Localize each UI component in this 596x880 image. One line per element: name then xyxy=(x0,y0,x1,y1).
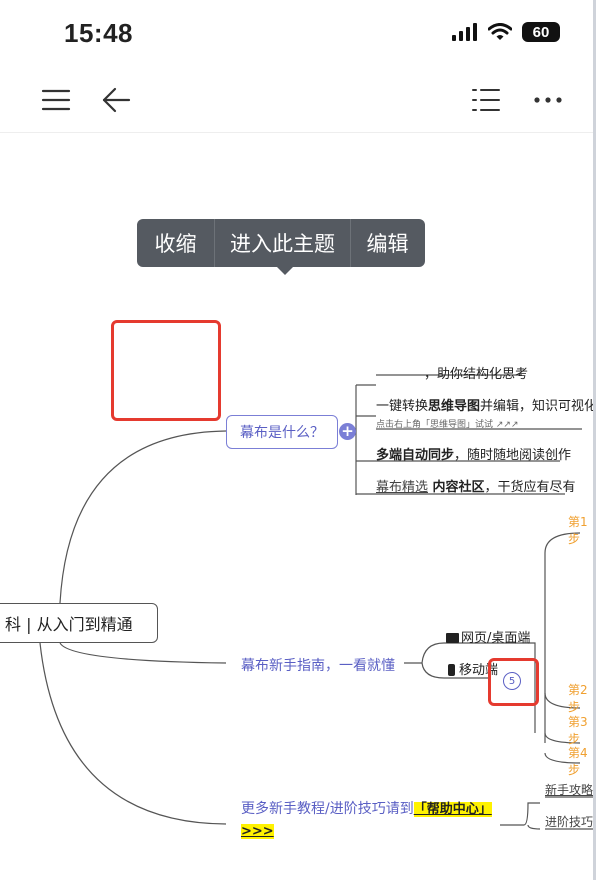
step-1[interactable]: 第1步 xyxy=(568,513,596,547)
annotation-highlight-count xyxy=(488,658,539,706)
expand-plus-icon[interactable]: + xyxy=(339,423,356,440)
outline-list-icon[interactable] xyxy=(468,82,504,118)
menu-icon[interactable] xyxy=(38,82,74,118)
context-menu: 收缩 进入此主题 编辑 xyxy=(137,219,425,267)
step-4[interactable]: 第4步 xyxy=(568,744,596,778)
back-arrow-icon[interactable] xyxy=(98,82,134,118)
child-multi-sync[interactable]: 多端自动同步，随时随地阅读创作 xyxy=(376,444,571,463)
child-sync-bold: 多端自动同步 xyxy=(376,448,455,463)
wifi-icon xyxy=(488,23,512,40)
step-3[interactable]: 第3步 xyxy=(568,713,596,747)
child-structured-thinking[interactable]: ，助你结构化思考 xyxy=(424,363,528,382)
child-community-link[interactable]: 幕布精选 xyxy=(376,480,428,495)
child-community-rest: ，干货应有尽有 xyxy=(484,480,576,495)
enter-topic-button[interactable]: 进入此主题 xyxy=(215,219,350,267)
status-time: 15:48 xyxy=(64,18,133,48)
child-mindmap-pre: 一键转换 xyxy=(376,399,429,414)
computer-icon xyxy=(446,633,459,643)
child-mindmap-mid: 并编辑，知识可视化 xyxy=(480,399,596,414)
child-newbie-tips[interactable]: 新手攻略 xyxy=(545,781,593,798)
topic-help-center-text: 更多新手教程/进阶技巧请到 xyxy=(241,801,414,817)
more-icon[interactable] xyxy=(530,82,566,118)
phone-icon xyxy=(448,664,455,676)
status-bar: 15:48 60 xyxy=(0,0,596,66)
help-center-link[interactable]: 「帮助中心」 xyxy=(413,802,492,817)
battery-indicator: 60 xyxy=(522,22,560,42)
toolbar xyxy=(0,66,596,133)
annotation-highlight-collapse xyxy=(111,320,221,421)
collapse-button[interactable]: 收缩 xyxy=(137,219,214,267)
signal-icon xyxy=(452,23,477,41)
status-icons: 60 xyxy=(452,22,560,42)
topic-newbie-guide[interactable]: 幕布新手指南，一看就懂 xyxy=(241,655,395,675)
child-sync-rest: ，随时随地阅读创作 xyxy=(454,448,572,463)
edit-button[interactable]: 编辑 xyxy=(351,219,424,267)
child-mindmap-bold: 思维导图 xyxy=(428,399,481,414)
child-mindmap-convert[interactable]: 一键转换思维导图并编辑，知识可视化 xyxy=(376,395,596,414)
topic-help-center[interactable]: 更多新手教程/进阶技巧请到「帮助中心」 >>> xyxy=(241,798,492,843)
root-topic[interactable]: 科 | 从入门到精通 xyxy=(0,603,158,643)
step-2[interactable]: 第2步 xyxy=(568,681,596,715)
child-web-desktop[interactable]: 网页/桌面端 xyxy=(446,627,530,646)
topic-what-is-mubu[interactable]: 幕布是什么？ xyxy=(226,415,338,449)
child-mindmap-note: 点击右上角「思维导图」试试 ↗↗↗ xyxy=(376,420,519,430)
child-web-desktop-label: 网页/桌面端 xyxy=(461,631,531,646)
child-community[interactable]: 幕布精选 内容社区，干货应有尽有 xyxy=(376,476,576,495)
context-menu-pointer xyxy=(276,266,294,275)
child-community-bold: 内容社区 xyxy=(428,480,485,495)
child-advanced-tips[interactable]: 进阶技巧 xyxy=(545,813,593,830)
help-center-more-link[interactable]: >>> xyxy=(241,824,274,839)
